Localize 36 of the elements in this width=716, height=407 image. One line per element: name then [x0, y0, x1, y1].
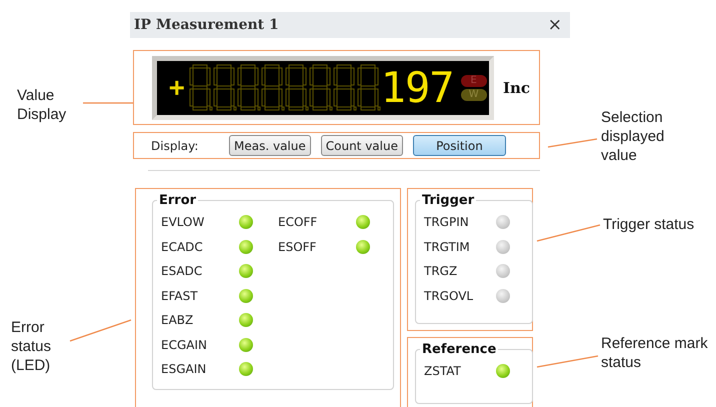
status-label: TRGOVL	[424, 288, 474, 304]
status-label: TRGTIM	[424, 238, 471, 255]
callout-text: Value Display	[17, 86, 68, 124]
status-label: TRGZ	[424, 263, 458, 280]
group-title: Trigger	[421, 193, 476, 208]
callout-text: Error status (LED)	[11, 318, 52, 375]
sign-text: +	[169, 72, 185, 102]
status-label: ZSTAT	[424, 363, 462, 380]
display-mode-button[interactable]: Position	[412, 135, 506, 156]
display-mode-button[interactable]: Count value	[320, 135, 403, 156]
group-title: Reference	[421, 342, 498, 357]
value-text: 197	[380, 64, 453, 112]
leader-line	[70, 319, 132, 342]
display-mode-button[interactable]: Meas. value	[229, 135, 311, 156]
callout-text: Selection displayed value	[601, 108, 666, 165]
group-title: Error	[158, 193, 198, 208]
status-label: ECADC	[161, 238, 204, 255]
callout-text: Trigger status	[603, 215, 696, 234]
status-label: EABZ	[161, 312, 194, 328]
leader-line	[536, 355, 598, 368]
status-label: EFAST	[161, 288, 199, 304]
status-label: EVLOW	[161, 214, 206, 230]
leader-line	[536, 224, 600, 242]
callout-text: Reference mark status	[601, 334, 709, 372]
status-label: ECOFF	[278, 214, 318, 230]
leader-line	[83, 102, 133, 104]
status-label: ESGAIN	[161, 361, 208, 378]
window-title: IP Measurement 1	[134, 17, 279, 33]
unit-label: Inc	[503, 78, 530, 96]
status-label: TRGPIN	[424, 214, 470, 230]
close-button[interactable]: ×	[544, 15, 566, 35]
display-label: Display:	[151, 138, 200, 152]
status-label: ESOFF	[278, 238, 318, 255]
leader-line	[548, 138, 598, 148]
status-label: ESADC	[161, 263, 204, 280]
status-label: ECGAIN	[161, 336, 208, 353]
